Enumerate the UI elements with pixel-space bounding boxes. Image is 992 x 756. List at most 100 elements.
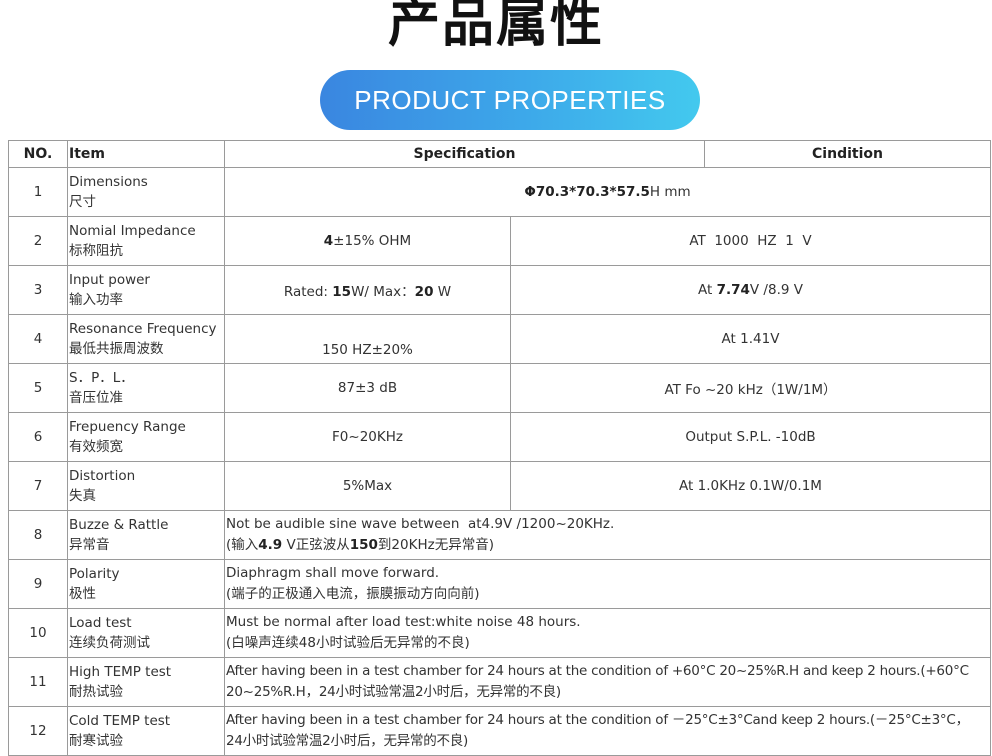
table-row: 11 High TEMP test 耐热试验 After having been … xyxy=(8,657,991,707)
item-en: High TEMP test xyxy=(69,664,172,680)
table-row: 7 Distortion 失真 5%Max At 1.0KHz 0.1W/0.1M xyxy=(8,461,991,511)
table-row: 6 Frepuency Range 有效频宽 F0~20KHz Output S.… xyxy=(8,412,991,462)
item-cn: 失真 xyxy=(69,488,96,504)
spec-bold: 15 xyxy=(332,284,352,300)
row-spec: After having been in a test chamber for … xyxy=(224,657,991,707)
item-cn: 最低共振周波数 xyxy=(69,341,164,357)
row-cond: At 7.74V /8.9 V xyxy=(510,265,991,315)
row-spec: After having been in a test chamber for … xyxy=(224,706,991,756)
row-no: 3 xyxy=(8,265,68,315)
row-no: 5 xyxy=(8,363,68,413)
row-item: Buzze & Rattle 异常音 xyxy=(67,510,225,560)
row-spec: Φ70.3*70.3*57.5H mm xyxy=(224,167,991,217)
item-en: Load test xyxy=(69,615,132,631)
header-item: Item xyxy=(67,140,225,168)
spec-line-2: (输入4.9 V正弦波从150到20KHz无异常音) xyxy=(226,535,989,556)
item-cn: 异常音 xyxy=(69,537,110,553)
item-cn: 音压位准 xyxy=(69,390,123,406)
item-cn: 极性 xyxy=(69,586,96,602)
row-spec: Diaphragm shall move forward. (端子的正极通入电流，… xyxy=(224,559,991,609)
spec-line-1: After having been in a test chamber for … xyxy=(226,663,969,679)
row-spec: Rated: 15W/ Max：20 W xyxy=(224,265,511,315)
row-item: Nomial Impedance 标称阻抗 xyxy=(67,216,225,266)
spec-text: V正弦波从 xyxy=(282,537,350,553)
item-en: Input power xyxy=(69,272,150,288)
table-row: 12 Cold TEMP test 耐寒试验 After having been … xyxy=(8,706,991,756)
spec-rest: H mm xyxy=(649,184,691,200)
row-item: Input power 输入功率 xyxy=(67,265,225,315)
header-spec: Specification xyxy=(224,140,705,168)
row-item: Resonance Frequency 最低共振周波数 xyxy=(67,314,225,364)
spec-text: (输入 xyxy=(226,537,259,553)
item-en: Dimensions xyxy=(69,174,148,190)
spec-bold: 150 xyxy=(349,537,378,553)
cond-text: At xyxy=(698,282,717,298)
item-cn: 有效频宽 xyxy=(69,439,123,455)
table-row: 5 S．P．L． 音压位准 87±3 dB AT Fo ~20 kHz（1W/1M… xyxy=(8,363,991,413)
table-row: 10 Load test 连续负荷测试 Must be normal after … xyxy=(8,608,991,658)
spec-line-1: Diaphragm shall move forward. xyxy=(226,565,440,581)
table-row: 4 Resonance Frequency 最低共振周波数 150 HZ±20% … xyxy=(8,314,991,364)
spec-text: W xyxy=(433,284,452,300)
item-cn: 连续负荷测试 xyxy=(69,635,150,651)
row-no: 12 xyxy=(8,706,68,756)
row-item: S．P．L． 音压位准 xyxy=(67,363,225,413)
header-no: NO. xyxy=(8,140,68,168)
item-cn: 标称阻抗 xyxy=(69,243,123,259)
table-row: 8 Buzze & Rattle 异常音 Not be audible sine … xyxy=(8,510,991,560)
row-cond: AT 1000 HZ 1 V xyxy=(510,216,991,266)
row-spec: F0~20KHz xyxy=(224,412,511,462)
header-cond: Cindition xyxy=(704,140,991,168)
spec-line-2: 24小时试验常温2小时后，无异常的不良) xyxy=(226,733,469,749)
spec-line-1: Must be normal after load test:white noi… xyxy=(226,614,581,630)
item-en: S．P．L． xyxy=(69,370,134,386)
section-banner: PRODUCT PROPERTIES xyxy=(320,70,700,130)
row-spec: 5%Max xyxy=(224,461,511,511)
row-spec: 4±15% OHM xyxy=(224,216,511,266)
properties-table: NO. Item Specification Cindition 1 Dimen… xyxy=(8,140,991,756)
spec-line-2: (端子的正极通入电流，振膜振动方向向前) xyxy=(226,586,480,602)
item-en: Polarity xyxy=(69,566,120,582)
spec-rest: ±15% OHM xyxy=(333,233,412,249)
row-no: 2 xyxy=(8,216,68,266)
row-no: 8 xyxy=(8,510,68,560)
row-spec: 87±3 dB xyxy=(224,363,511,413)
cond-bold: 7.74 xyxy=(716,282,750,298)
row-no: 6 xyxy=(8,412,68,462)
spec-bold: 4.9 xyxy=(258,537,283,553)
item-en: Resonance Frequency xyxy=(69,321,217,337)
row-item: Polarity 极性 xyxy=(67,559,225,609)
row-no: 10 xyxy=(8,608,68,658)
row-no: 7 xyxy=(8,461,68,511)
table-row: 9 Polarity 极性 Diaphragm shall move forwar… xyxy=(8,559,991,609)
row-item: Load test 连续负荷测试 xyxy=(67,608,225,658)
item-en: Distortion xyxy=(69,468,136,484)
row-item: Dimensions 尺寸 xyxy=(67,167,225,217)
spec-line-2: (白噪声连续48小时试验后无异常的不良) xyxy=(226,635,470,651)
spec-line-1: Not be audible sine wave between at4.9V … xyxy=(226,516,615,532)
table-row: 1 Dimensions 尺寸 Φ70.3*70.3*57.5H mm xyxy=(8,167,991,217)
row-spec: Not be audible sine wave between at4.9V … xyxy=(224,510,991,560)
spec-bold: 20 xyxy=(414,284,434,300)
row-no: 4 xyxy=(8,314,68,364)
row-item: Cold TEMP test 耐寒试验 xyxy=(67,706,225,756)
row-no: 11 xyxy=(8,657,68,707)
table-row: 2 Nomial Impedance 标称阻抗 4±15% OHM AT 1000… xyxy=(8,216,991,266)
row-cond: AT Fo ~20 kHz（1W/1M） xyxy=(510,363,991,413)
spec-text: Rated: xyxy=(283,284,333,300)
row-cond: At 1.0KHz 0.1W/0.1M xyxy=(510,461,991,511)
item-cn: 尺寸 xyxy=(69,194,96,210)
item-en: Cold TEMP test xyxy=(69,713,171,729)
spec-line-1: After having been in a test chamber for … xyxy=(226,712,969,728)
item-cn: 输入功率 xyxy=(69,292,123,308)
table-header-row: NO. Item Specification Cindition xyxy=(8,140,991,168)
spec-line-2: 20~25%R.H，24小时试验常温2小时后，无异常的不良) xyxy=(226,684,561,700)
item-en: Frepuency Range xyxy=(69,419,186,435)
row-item: Distortion 失真 xyxy=(67,461,225,511)
row-cond: At 1.41V xyxy=(510,314,991,364)
row-no: 1 xyxy=(8,167,68,217)
row-no: 9 xyxy=(8,559,68,609)
row-cond: Output S.P.L. -10dB xyxy=(510,412,991,462)
row-spec: 150 HZ±20% xyxy=(224,314,511,364)
spec-bold: 4 xyxy=(323,233,334,249)
